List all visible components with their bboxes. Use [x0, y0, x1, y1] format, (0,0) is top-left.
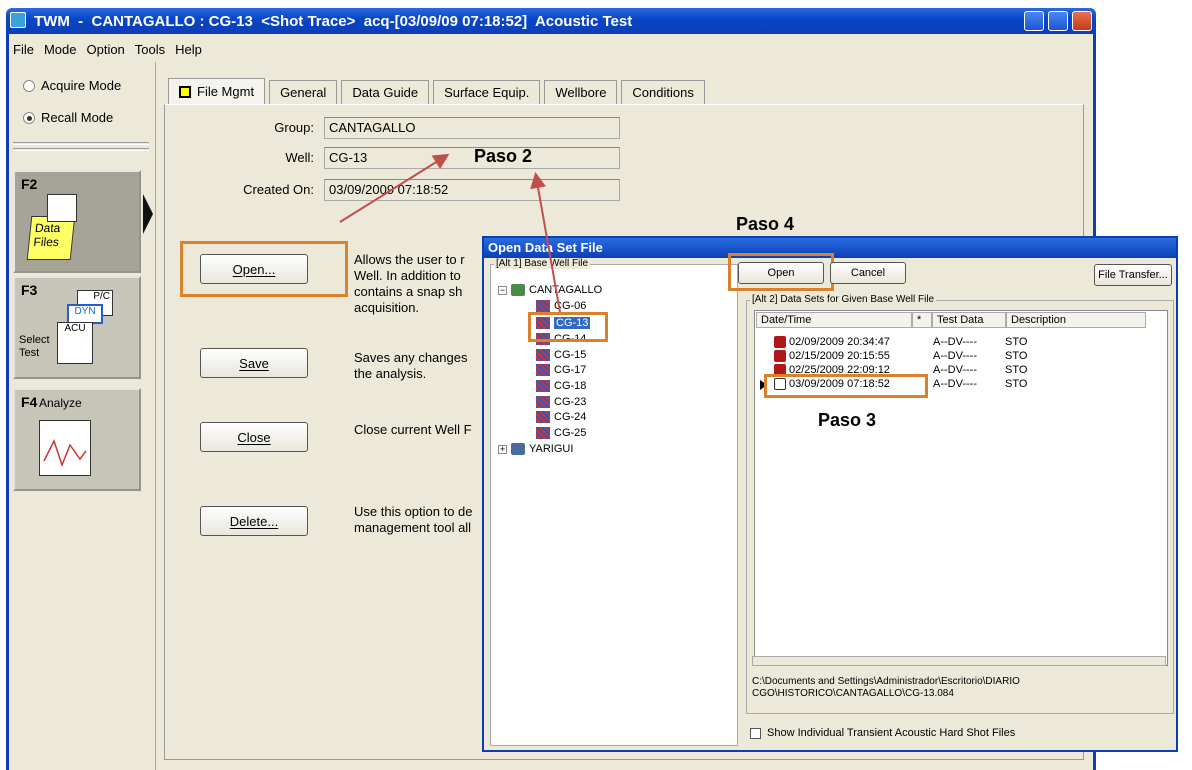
paso4-annotation: Paso 4 — [736, 214, 795, 234]
annotation-arrows — [339, 153, 561, 313]
arrow-to-well — [339, 153, 450, 223]
paso3-annotation: Paso 3 — [818, 410, 877, 430]
paso2-annotation: Paso 2 — [474, 146, 533, 166]
arrow-from-cg13 — [530, 172, 561, 313]
